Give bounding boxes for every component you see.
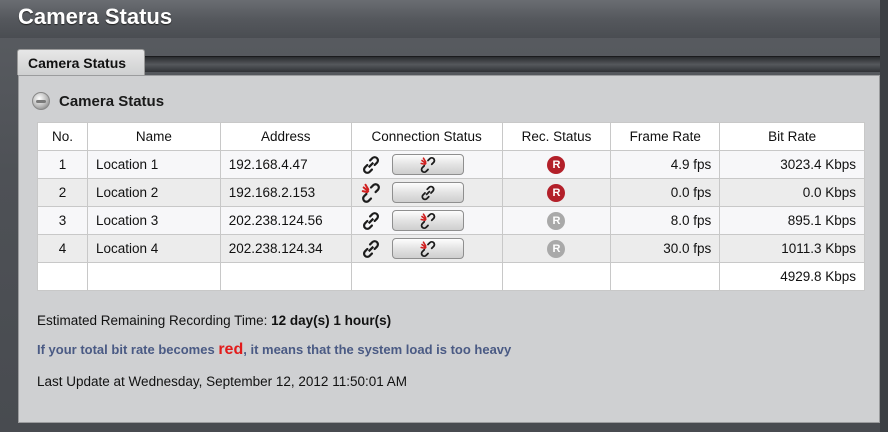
- cell-bit-rate: 1011.3 Kbps: [719, 234, 865, 263]
- connect-button[interactable]: [391, 182, 464, 203]
- cell-name: Location 2: [86, 178, 221, 207]
- connection-status-group: [360, 154, 494, 176]
- cell-address: 192.168.4.47: [219, 150, 352, 179]
- cell-no: 2: [37, 178, 88, 207]
- page-title: Camera Status: [18, 4, 173, 29]
- cell-frame-rate: 4.9 fps: [610, 150, 721, 179]
- cell-bit-rate: 895.1 Kbps: [719, 206, 865, 235]
- recording-time-value: 12 day(s) 1 hour(s): [271, 313, 392, 328]
- empty-cell: [86, 262, 221, 291]
- total-bit-rate: 4929.8 Kbps: [719, 262, 865, 291]
- cell-connection-status: [350, 150, 503, 179]
- last-update-text: Last Update at Wednesday, September 12, …: [37, 374, 407, 389]
- cell-frame-rate: 0.0 fps: [610, 178, 721, 207]
- section-title: Camera Status: [59, 92, 165, 110]
- tab-bar: Camera Status: [17, 49, 880, 75]
- link-icon: [418, 184, 438, 202]
- broken-link-icon: [360, 182, 382, 204]
- cell-rec-status: R: [501, 178, 612, 207]
- link-icon: [360, 238, 382, 260]
- cell-frame-rate: 8.0 fps: [610, 206, 721, 235]
- cell-no: 1: [37, 150, 88, 179]
- link-icon: [360, 154, 382, 176]
- column-header-address: Address: [219, 122, 352, 151]
- cell-address: 202.238.124.56: [219, 206, 352, 235]
- recording-active-icon: R: [547, 183, 566, 202]
- bit-rate-note: If your total bit rate becomes red, it m…: [37, 341, 511, 359]
- recording-inactive-icon: R: [547, 239, 566, 258]
- cell-connection-status: [350, 234, 503, 263]
- column-header-bit-rate: Bit Rate: [719, 122, 865, 151]
- column-header-no: No.: [37, 122, 88, 151]
- cell-connection-status: [350, 178, 503, 207]
- cell-frame-rate: 30.0 fps: [610, 234, 721, 263]
- disconnect-button[interactable]: [391, 210, 464, 231]
- recording-active-icon: R: [547, 155, 566, 174]
- column-header-rec-status: Rec. Status: [501, 122, 612, 151]
- connection-status-group: [360, 238, 494, 260]
- cell-rec-status: R: [501, 150, 612, 179]
- window-edge: [880, 0, 888, 432]
- column-header-name: Name: [86, 122, 221, 151]
- cell-bit-rate: 3023.4 Kbps: [719, 150, 865, 179]
- cell-connection-status: [350, 206, 503, 235]
- unlink-icon: [418, 156, 438, 174]
- table-row: 3 Location 3 202.238.124.56 R 8.0 fps 895.1 K…: [37, 206, 865, 235]
- unlink-icon: [418, 240, 438, 258]
- recording-time-line: Estimated Remaining Recording Time: 12 d…: [37, 313, 391, 328]
- title-bar: Camera Status: [0, 0, 888, 38]
- link-icon: [360, 210, 382, 232]
- note-highlight: red: [218, 341, 244, 358]
- disconnect-button[interactable]: [391, 154, 464, 175]
- empty-cell: [219, 262, 352, 291]
- cell-address: 192.168.2.153: [219, 178, 352, 207]
- cell-no: 3: [37, 206, 88, 235]
- cell-rec-status: R: [501, 206, 612, 235]
- section-header: Camera Status: [32, 91, 164, 111]
- table-row: 4 Location 4 202.238.124.34 R 30.0 fps 1011.3…: [37, 234, 865, 263]
- empty-cell: [610, 262, 721, 291]
- empty-cell: [501, 262, 612, 291]
- table-row: 1 Location 1 192.168.4.47 R 4.9 fps 3023.4 Kb…: [37, 150, 865, 179]
- cell-name: Location 3: [86, 206, 221, 235]
- recording-time-label: Estimated Remaining Recording Time:: [37, 313, 268, 328]
- column-header-frame-rate: Frame Rate: [610, 122, 721, 151]
- disconnect-button[interactable]: [391, 238, 464, 259]
- camera-status-table: No. Name Address Connection Status Rec. …: [37, 122, 865, 291]
- table-header-row: No. Name Address Connection Status Rec. …: [37, 122, 865, 151]
- cell-name: Location 4: [86, 234, 221, 263]
- empty-cell: [350, 262, 503, 291]
- empty-cell: [37, 262, 88, 291]
- recording-inactive-icon: R: [547, 211, 566, 230]
- cell-rec-status: R: [501, 234, 612, 263]
- note-text-before: If your total bit rate becomes: [37, 342, 219, 357]
- cell-no: 4: [37, 234, 88, 263]
- tab-rail: [145, 56, 880, 72]
- cell-bit-rate: 0.0 Kbps: [719, 178, 865, 207]
- connection-status-group: [360, 210, 494, 232]
- cell-name: Location 1: [86, 150, 221, 179]
- camera-status-panel: Camera Status No. Name Address Connectio…: [18, 75, 880, 423]
- note-text-after: , it means that the system load is too h…: [243, 342, 512, 357]
- tab-camera-status[interactable]: Camera Status: [17, 49, 145, 75]
- total-row: 4929.8 Kbps: [37, 262, 865, 291]
- globe-icon: [32, 92, 50, 110]
- cell-address: 202.238.124.34: [219, 234, 352, 263]
- table-row: 2 Location 2 192.168.2.153 R 0.0 fps 0.0 Kbps: [37, 178, 865, 207]
- connection-status-group: [360, 182, 494, 204]
- unlink-icon: [418, 212, 438, 230]
- column-header-connection-status: Connection Status: [350, 122, 503, 151]
